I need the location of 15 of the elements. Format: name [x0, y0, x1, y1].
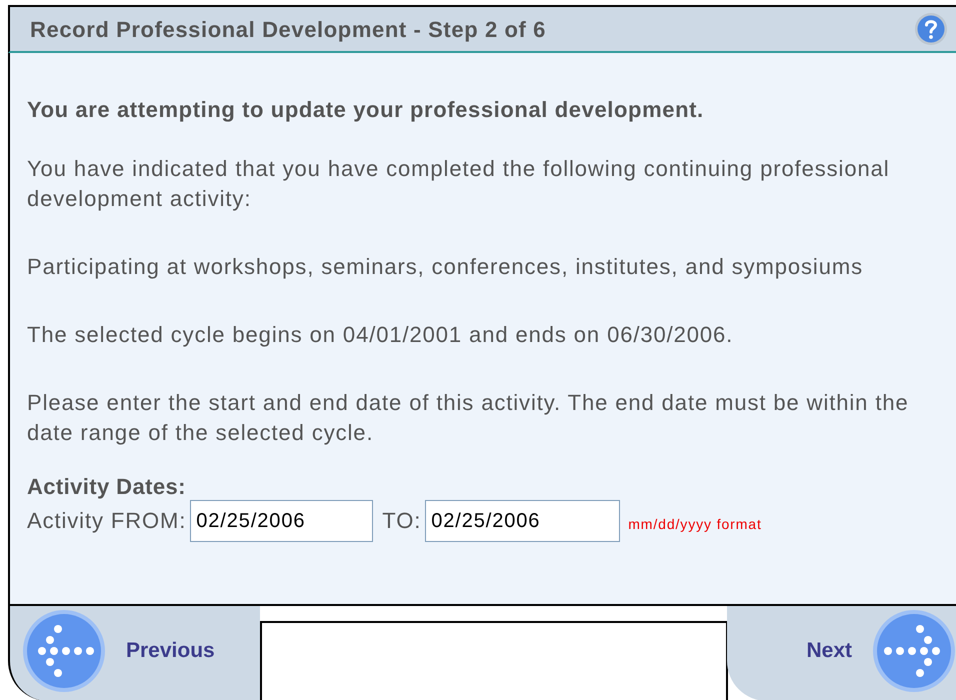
field-label: TO:: [382, 507, 422, 535]
previous-button[interactable]: Previous: [126, 634, 215, 666]
body-text: Please enter the start and end date of this activity. The end date must be within the date range of the selected cycle.: [27, 389, 910, 447]
date-field[interactable]: 02/25/2006: [425, 500, 620, 542]
body-text: You have indicated that you have completed the following continuing professional development activity:: [27, 155, 891, 213]
body-text: Participating at workshops, seminars, conferences, institutes, and symposiums: [27, 253, 864, 281]
date-field[interactable]: 02/25/2006: [190, 500, 374, 542]
intro-heading: You are attempting to update your professional development.: [27, 96, 705, 124]
section-title: Activity Dates:: [27, 474, 187, 500]
next-button[interactable]: Next: [806, 634, 852, 666]
help-icon[interactable]: [914, 12, 948, 46]
format-hint: mm/dd/yyyy format: [628, 515, 762, 534]
body-text: The selected cycle begins on 04/01/2001 and ends on 06/30/2006.: [27, 321, 734, 349]
window-title: Record Professional Development - Step 2 of 6: [30, 16, 546, 44]
field-label: Activity FROM:: [27, 507, 186, 535]
